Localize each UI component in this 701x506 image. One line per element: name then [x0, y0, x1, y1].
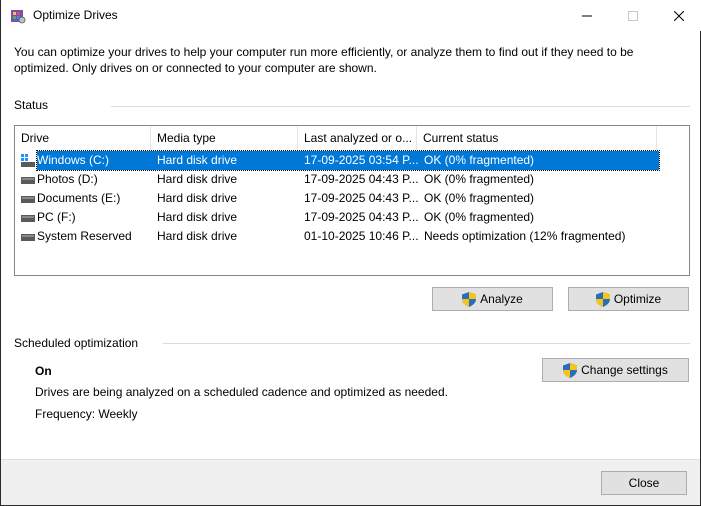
hard-drive-icon [21, 234, 35, 241]
drive-status: Needs optimization (12% fragmented) [424, 229, 626, 243]
analyze-button[interactable]: Analyze [432, 287, 553, 311]
intro-text: You can optimize your drives to help you… [14, 45, 634, 75]
drives-list-header: Drive Media type Last analyzed or o... C… [15, 126, 689, 150]
drive-row-system-reserved[interactable]: System Reserved Hard disk drive 01-10-20… [17, 227, 659, 246]
optimize-button[interactable]: Optimize [568, 287, 689, 311]
hard-drive-icon [21, 215, 35, 222]
drive-name: System Reserved [37, 229, 132, 243]
status-divider [111, 106, 690, 107]
drive-last-analyzed: 17-09-2025 04:43 P... [304, 191, 419, 205]
scheduled-divider [163, 343, 690, 344]
drive-name: Windows (C:) [37, 153, 110, 167]
analyze-label: Analyze [480, 292, 523, 306]
drive-media-type: Hard disk drive [157, 153, 238, 167]
close-icon [674, 10, 684, 21]
drive-status: OK (0% fragmented) [424, 191, 535, 205]
column-header-drive[interactable]: Drive [15, 126, 151, 150]
hard-drive-icon [21, 196, 35, 203]
title-bar[interactable]: Optimize Drives [1, 0, 701, 31]
drive-row-f[interactable]: PC (F:) Hard disk drive 17-09-2025 04:43… [17, 208, 659, 227]
drive-name: Documents (E:) [37, 191, 121, 205]
uac-shield-icon [563, 362, 578, 378]
drive-name: Photos (D:) [37, 172, 98, 186]
column-header-current-status[interactable]: Current status [417, 126, 657, 150]
maximize-icon [628, 10, 638, 21]
close-label: Close [628, 476, 660, 490]
drive-row-c[interactable]: Windows (C:) Hard disk drive 17-09-2025 … [17, 150, 660, 171]
status-section-label: Status [14, 98, 49, 112]
schedule-state: On [35, 364, 52, 378]
drive-last-analyzed: 17-09-2025 03:54 P... [304, 153, 419, 167]
drive-status: OK (0% fragmented) [424, 210, 535, 224]
drive-media-type: Hard disk drive [157, 172, 238, 186]
drive-media-type: Hard disk drive [157, 210, 238, 224]
drive-row-e[interactable]: Documents (E:) Hard disk drive 17-09-202… [17, 189, 659, 208]
drive-last-analyzed: 17-09-2025 04:43 P... [304, 210, 419, 224]
hard-drive-icon [21, 177, 35, 184]
optimize-label: Optimize [613, 292, 662, 306]
scheduled-section-label: Scheduled optimization [14, 336, 139, 350]
close-window-button[interactable] [656, 0, 701, 31]
schedule-description: Drives are being analyzed on a scheduled… [35, 385, 448, 399]
uac-shield-icon [595, 291, 610, 307]
close-button[interactable]: Close [601, 471, 687, 495]
change-settings-label: Change settings [581, 363, 668, 377]
drive-name: PC (F:) [37, 210, 76, 224]
dialog-footer: Close [1, 459, 700, 505]
drive-last-analyzed: 17-09-2025 04:43 P... [304, 172, 419, 186]
drive-media-type: Hard disk drive [157, 229, 238, 243]
column-header-last-analyzed[interactable]: Last analyzed or o... [298, 126, 417, 150]
optimize-drives-window: Optimize Drives You can optimize your dr… [0, 0, 701, 506]
defrag-app-icon [11, 10, 26, 24]
minimize-button[interactable] [564, 0, 610, 31]
drive-status: OK (0% fragmented) [424, 172, 535, 186]
maximize-button[interactable] [610, 0, 656, 31]
windows-drive-icon [21, 154, 35, 167]
drive-media-type: Hard disk drive [157, 191, 238, 205]
drive-last-analyzed: 01-10-2025 10:46 P... [304, 229, 419, 243]
schedule-frequency: Frequency: Weekly [35, 407, 138, 421]
drive-status: OK (0% fragmented) [424, 153, 535, 167]
change-settings-button[interactable]: Change settings [542, 358, 689, 382]
minimize-icon [582, 15, 592, 16]
drives-list[interactable]: Drive Media type Last analyzed or o... C… [14, 125, 690, 276]
column-header-media-type[interactable]: Media type [151, 126, 298, 150]
window-title: Optimize Drives [33, 8, 118, 22]
uac-shield-icon [462, 291, 477, 307]
drive-row-d[interactable]: Photos (D:) Hard disk drive 17-09-2025 0… [17, 170, 659, 189]
